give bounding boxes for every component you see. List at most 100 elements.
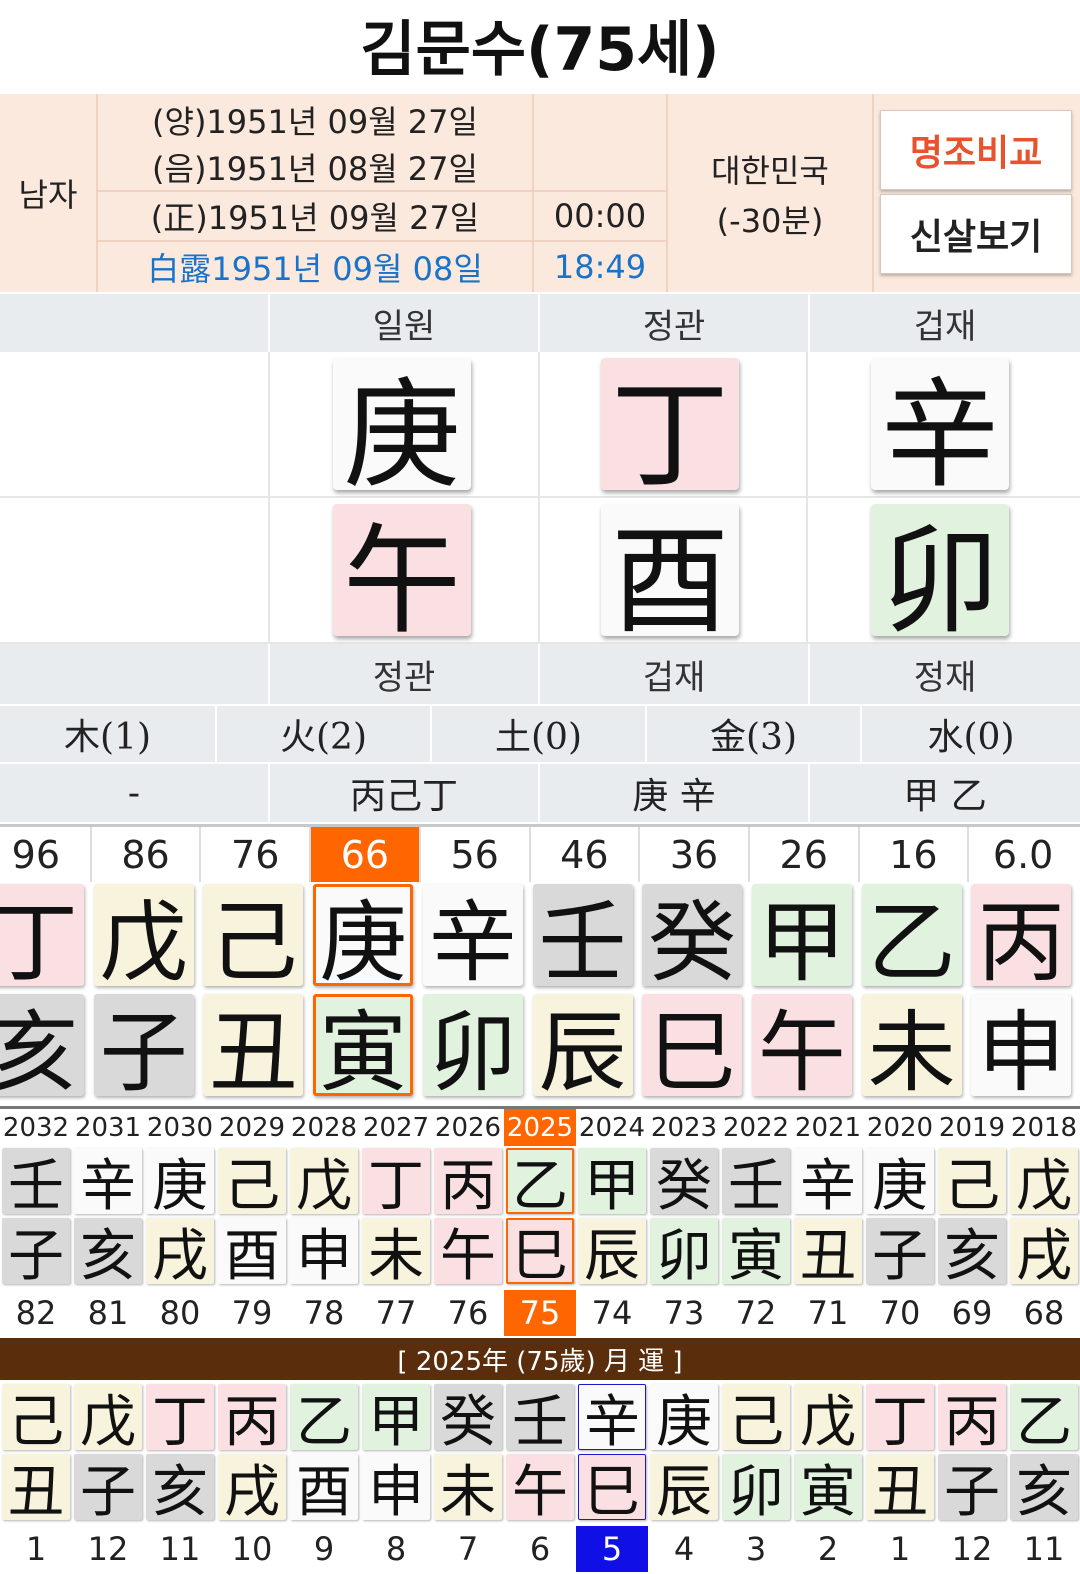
wolun-stem[interactable]: 庚 (650, 1384, 718, 1455)
seun-age[interactable]: 81 (72, 1290, 144, 1336)
seun-branch[interactable]: 酉 (218, 1218, 286, 1289)
daeun-branch[interactable]: 寅 (313, 994, 414, 1104)
seun-stem[interactable]: 庚 (146, 1148, 214, 1219)
seun-branch[interactable]: 申 (290, 1218, 358, 1289)
seun-branch[interactable]: 辰 (578, 1218, 646, 1289)
seun-stem[interactable]: 辛 (74, 1148, 142, 1219)
wolun-stem[interactable]: 甲 (362, 1384, 430, 1455)
wolun-branch[interactable]: 亥 (1010, 1454, 1078, 1525)
seun-stem[interactable]: 戊 (1010, 1148, 1078, 1219)
wolun-month[interactable]: 4 (648, 1526, 720, 1572)
daeun-branch[interactable]: 申 (971, 994, 1072, 1104)
wolun-month[interactable]: 1 (0, 1526, 72, 1572)
wolun-stem[interactable]: 癸 (434, 1384, 502, 1455)
wolun-month[interactable]: 11 (1008, 1526, 1080, 1572)
seun-age[interactable]: 73 (648, 1290, 720, 1336)
wolun-month[interactable]: 8 (360, 1526, 432, 1572)
seun-stem[interactable]: 乙 (506, 1148, 574, 1219)
seun-branch[interactable]: 巳 (506, 1218, 574, 1289)
wolun-branch[interactable]: 亥 (146, 1454, 214, 1525)
wolun-month[interactable]: 11 (144, 1526, 216, 1572)
seun-age[interactable]: 70 (864, 1290, 936, 1336)
seun-branch[interactable]: 午 (434, 1218, 502, 1289)
wolun-branch[interactable]: 戌 (218, 1454, 286, 1525)
wolun-month[interactable]: 3 (720, 1526, 792, 1572)
seun-branch[interactable]: 卯 (650, 1218, 718, 1289)
seun-stem[interactable]: 辛 (794, 1148, 862, 1219)
wolun-month[interactable]: 10 (216, 1526, 288, 1572)
wolun-branch[interactable]: 卯 (722, 1454, 790, 1525)
wolun-stem[interactable]: 丙 (218, 1384, 286, 1455)
wolun-stem[interactable]: 戊 (794, 1384, 862, 1455)
daeun-stem[interactable]: 丁 (0, 884, 84, 994)
seun-age[interactable]: 78 (288, 1290, 360, 1336)
daeun-stem[interactable]: 丙 (971, 884, 1072, 994)
wolun-stem[interactable]: 丙 (938, 1384, 1006, 1455)
wolun-branch[interactable]: 丑 (866, 1454, 934, 1525)
wolun-month[interactable]: 7 (432, 1526, 504, 1572)
seun-stem[interactable]: 壬 (722, 1148, 790, 1219)
wolun-stem[interactable]: 己 (722, 1384, 790, 1455)
daeun-branch[interactable]: 丑 (203, 994, 304, 1104)
compare-chart-button[interactable]: 명조비교 (880, 110, 1072, 190)
seun-stem[interactable]: 戊 (290, 1148, 358, 1219)
seun-age[interactable]: 80 (144, 1290, 216, 1336)
daeun-stem[interactable]: 壬 (532, 884, 633, 994)
wolun-month[interactable]: 1 (864, 1526, 936, 1572)
daeun-branch[interactable]: 卯 (422, 994, 523, 1104)
seun-branch[interactable]: 未 (362, 1218, 430, 1289)
daeun-branch[interactable]: 巳 (642, 994, 743, 1104)
seun-age[interactable]: 68 (1008, 1290, 1080, 1336)
seun-branch[interactable]: 子 (2, 1218, 70, 1289)
daeun-branch[interactable]: 未 (861, 994, 962, 1104)
wolun-stem[interactable]: 壬 (506, 1384, 574, 1455)
seun-branch[interactable]: 戌 (146, 1218, 214, 1289)
seun-stem[interactable]: 己 (938, 1148, 1006, 1219)
wolun-month[interactable]: 9 (288, 1526, 360, 1572)
daeun-branch[interactable]: 辰 (532, 994, 633, 1104)
daeun-stem[interactable]: 癸 (642, 884, 743, 994)
wolun-stem[interactable]: 辛 (578, 1384, 646, 1455)
wolun-branch[interactable]: 午 (506, 1454, 574, 1525)
daeun-stem[interactable]: 乙 (861, 884, 962, 994)
sinsal-view-button[interactable]: 신살보기 (880, 194, 1072, 274)
wolun-month[interactable]: 5 (576, 1526, 648, 1572)
daeun-branch[interactable]: 亥 (0, 994, 84, 1104)
wolun-branch[interactable]: 申 (362, 1454, 430, 1525)
wolun-month[interactable]: 12 (72, 1526, 144, 1572)
daeun-stem[interactable]: 辛 (422, 884, 523, 994)
seun-age[interactable]: 74 (576, 1290, 648, 1336)
wolun-stem[interactable]: 丁 (146, 1384, 214, 1455)
wolun-stem[interactable]: 己 (2, 1384, 70, 1455)
daeun-stem[interactable]: 甲 (751, 884, 852, 994)
daeun-branch[interactable]: 子 (93, 994, 194, 1104)
seun-branch[interactable]: 子 (866, 1218, 934, 1289)
daeun-stem[interactable]: 庚 (313, 884, 414, 994)
daeun-stem[interactable]: 己 (203, 884, 304, 994)
seun-stem[interactable]: 癸 (650, 1148, 718, 1219)
wolun-stem[interactable]: 戊 (74, 1384, 142, 1455)
wolun-stem[interactable]: 乙 (290, 1384, 358, 1455)
wolun-branch[interactable]: 酉 (290, 1454, 358, 1525)
seun-age[interactable]: 69 (936, 1290, 1008, 1336)
seun-stem[interactable]: 甲 (578, 1148, 646, 1219)
wolun-month[interactable]: 2 (792, 1526, 864, 1572)
seun-stem[interactable]: 丙 (434, 1148, 502, 1219)
seun-age[interactable]: 79 (216, 1290, 288, 1336)
seun-branch[interactable]: 寅 (722, 1218, 790, 1289)
seun-stem[interactable]: 庚 (866, 1148, 934, 1219)
seun-age[interactable]: 76 (432, 1290, 504, 1336)
seun-stem[interactable]: 己 (218, 1148, 286, 1219)
wolun-branch[interactable]: 巳 (578, 1454, 646, 1525)
wolun-stem[interactable]: 丁 (866, 1384, 934, 1455)
wolun-month[interactable]: 12 (936, 1526, 1008, 1572)
daeun-stem[interactable]: 戊 (93, 884, 194, 994)
wolun-branch[interactable]: 子 (938, 1454, 1006, 1525)
seun-age[interactable]: 72 (720, 1290, 792, 1336)
seun-branch[interactable]: 丑 (794, 1218, 862, 1289)
wolun-month[interactable]: 6 (504, 1526, 576, 1572)
daeun-branch[interactable]: 午 (751, 994, 852, 1104)
seun-branch[interactable]: 亥 (74, 1218, 142, 1289)
seun-age[interactable]: 71 (792, 1290, 864, 1336)
seun-age[interactable]: 82 (0, 1290, 72, 1336)
